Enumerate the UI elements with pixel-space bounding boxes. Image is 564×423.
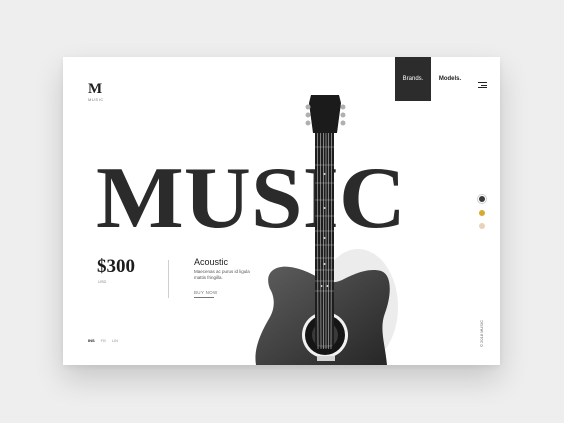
social-link-fb[interactable]: FB [101, 338, 106, 343]
currency-label: USD [98, 279, 107, 284]
copyright: © 2018 MUSIC [479, 320, 484, 347]
hero-title: MUSIC [96, 150, 406, 247]
hamburger-menu-icon[interactable] [478, 82, 487, 88]
social-links: INS FB LIN [88, 338, 118, 343]
social-link-ins[interactable]: INS [88, 338, 95, 343]
product-description: Maecenas ac purus id ligula mattis fring… [194, 269, 250, 280]
color-option-gold[interactable] [479, 210, 485, 216]
logo-subtitle: MUSIC [88, 97, 104, 102]
social-link-lin[interactable]: LIN [112, 338, 118, 343]
hero-illustration: MUSIC [96, 95, 406, 365]
color-option-beige[interactable] [479, 223, 485, 229]
color-option-dark[interactable] [479, 196, 485, 202]
nav-models-link[interactable]: Models. [433, 57, 467, 101]
price: $300 [97, 256, 135, 277]
landing-card: MUSIC M MUSIC Brands. Models. $300 USD A… [63, 57, 500, 365]
product-name: Acoustic [194, 257, 229, 267]
nav-brands-link[interactable]: Brands. [395, 57, 431, 101]
logo[interactable]: M [88, 81, 102, 98]
buy-now-link[interactable]: BUY NOW [194, 290, 218, 295]
buy-now-underline [194, 297, 214, 298]
divider [168, 260, 169, 298]
